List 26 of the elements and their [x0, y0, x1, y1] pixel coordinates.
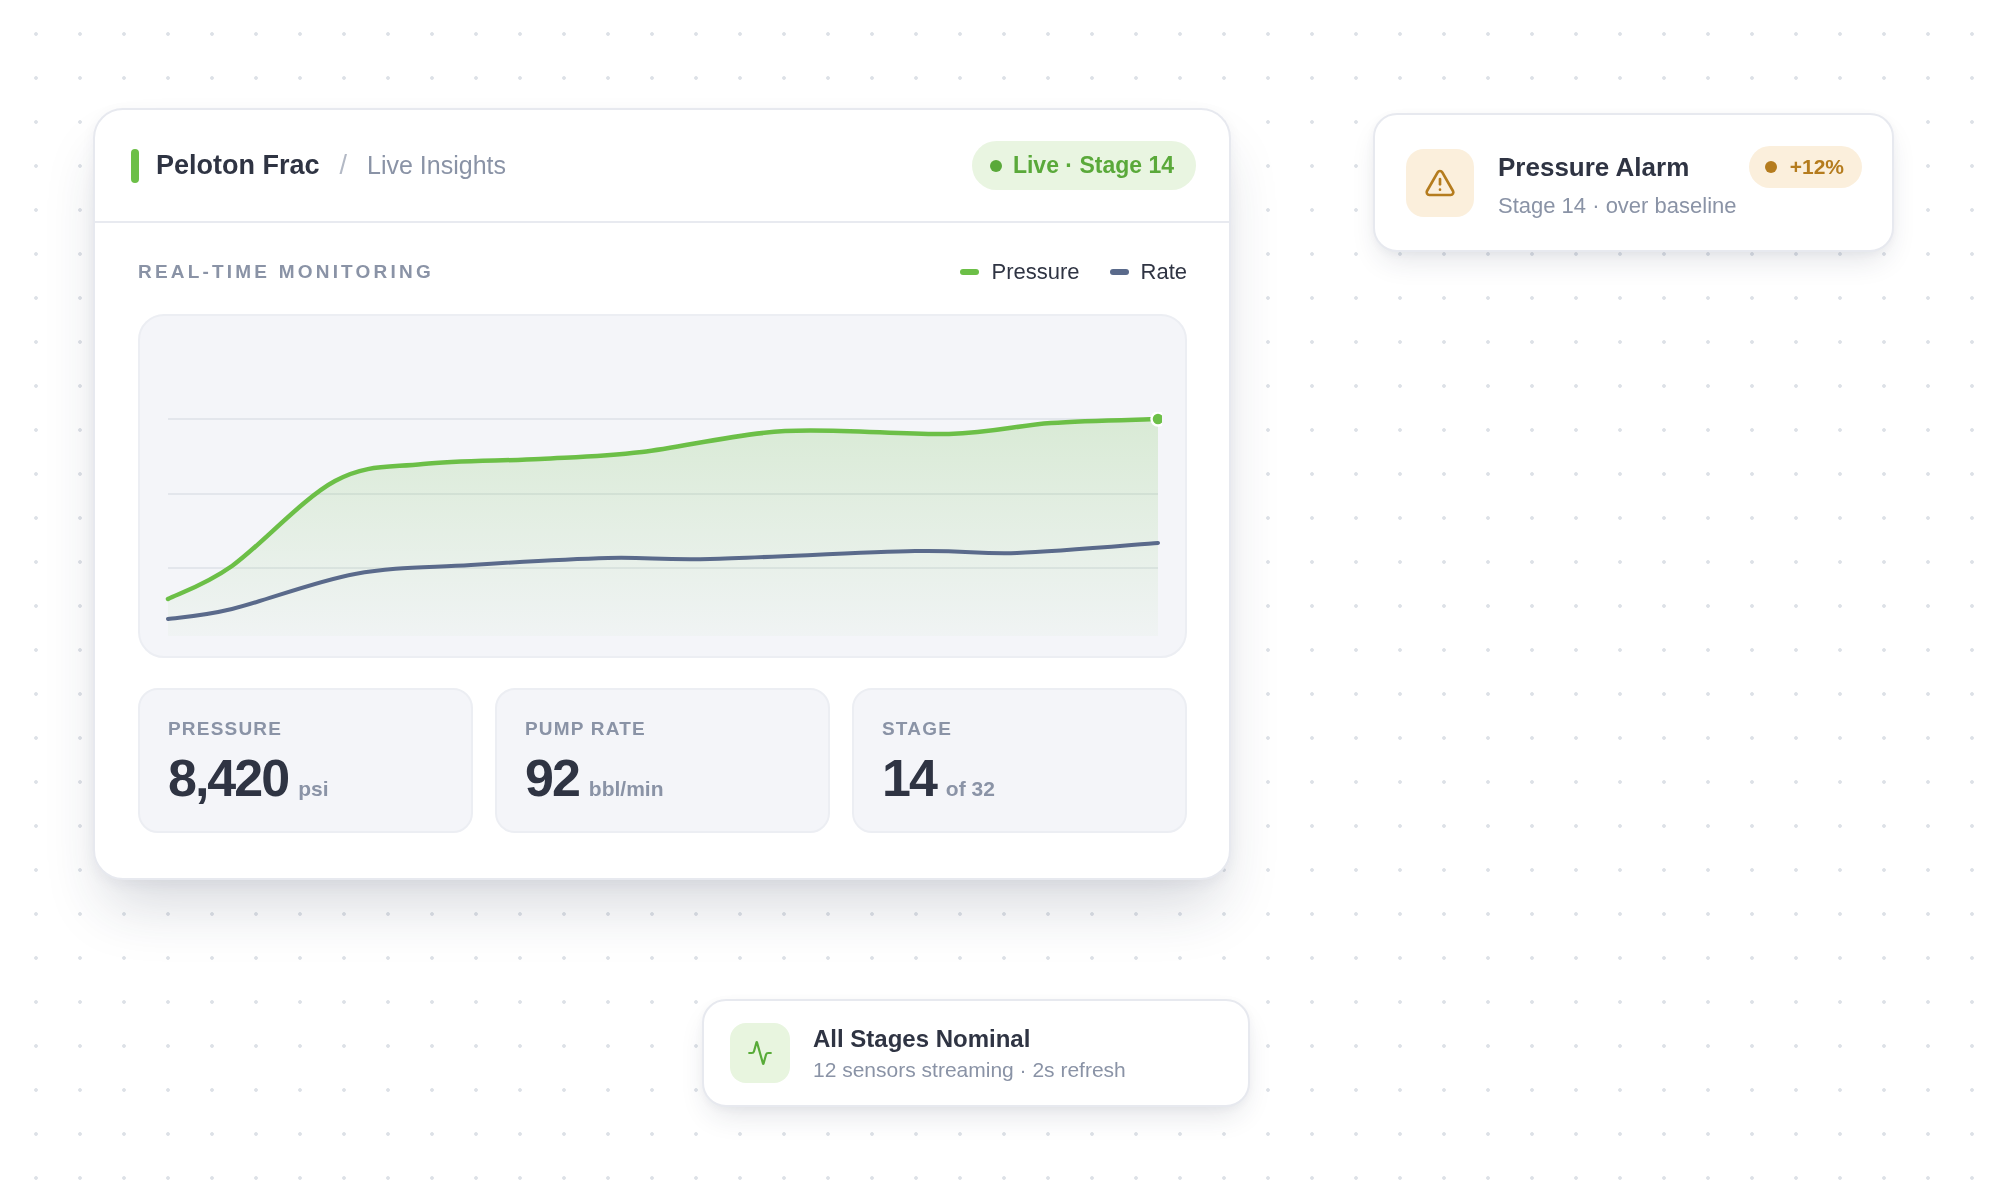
card-subtitle: Live Insights: [367, 151, 506, 180]
stat-label: STAGE: [882, 718, 953, 740]
status-dot-icon: [989, 159, 1002, 172]
alert-title: Pressure Alarm: [1498, 151, 1690, 183]
card-title: Peloton Frac: [156, 150, 320, 181]
dot-icon: [1764, 161, 1777, 173]
stat-label: PRESSURE: [168, 718, 283, 740]
alert-title: All Stages Nominal: [813, 1024, 1031, 1053]
stat-value: 92: [525, 752, 579, 804]
stat-value: 14: [882, 752, 936, 804]
stat-label: PUMP RATE: [525, 718, 646, 740]
stat-unit: psi: [298, 777, 329, 801]
status-text: Live · Stage 14: [1012, 152, 1174, 179]
warning-icon: [1406, 148, 1474, 217]
alert-detail: 12 sensors streaming · 2s refresh: [813, 1057, 1126, 1082]
alert-detail: Stage 14 · over baseline: [1498, 193, 1737, 219]
pulse-icon: [730, 1023, 790, 1083]
legend-label: Rate: [1140, 259, 1187, 285]
accent-bar-icon: [131, 148, 139, 183]
legend-label: Pressure: [991, 259, 1080, 285]
stat-unit: of 32: [945, 777, 995, 801]
stat-unit: bbl/min: [588, 777, 664, 801]
section-title: REAL-TIME MONITORING: [138, 261, 434, 283]
change-percent: +12%: [1789, 155, 1844, 179]
stat-value: 8,420: [168, 752, 289, 804]
breadcrumb-separator: /: [339, 150, 348, 181]
